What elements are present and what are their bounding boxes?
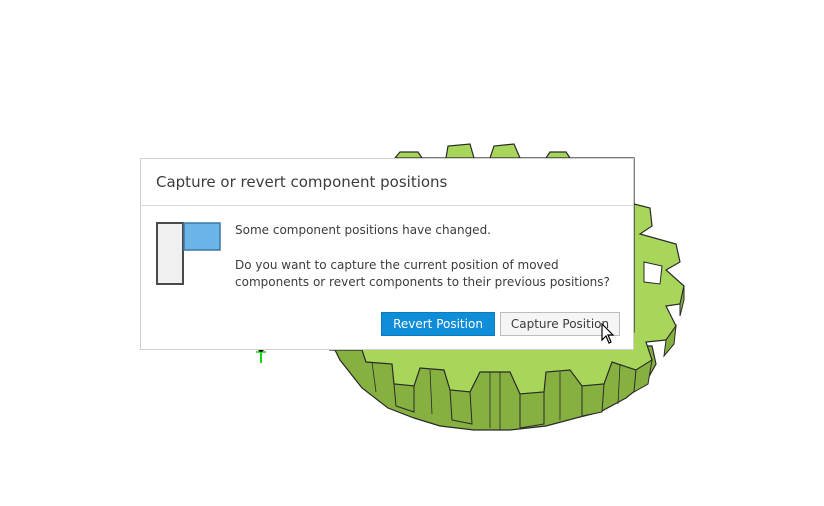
dialog-title: Capture or revert component positions [156, 173, 448, 191]
gear-tooth-side-3 [519, 391, 545, 429]
dialog-message-question: Do you want to capture the current posit… [235, 258, 610, 289]
component-position-icon [156, 222, 221, 285]
mouse-cursor-icon [601, 323, 615, 344]
dialog-divider [141, 205, 633, 206]
viewport-canvas[interactable]: Capture or revert component positions So… [0, 0, 824, 506]
gear-tooth-side-4 [581, 383, 605, 417]
gear-tooth-notch [643, 261, 663, 285]
gear-tooth-side-2 [449, 389, 473, 425]
capture-revert-dialog: Capture or revert component positions So… [140, 158, 634, 350]
dialog-message-changed: Some component positions have changed. [235, 223, 491, 237]
revert-position-button[interactable]: Revert Position [381, 312, 495, 336]
